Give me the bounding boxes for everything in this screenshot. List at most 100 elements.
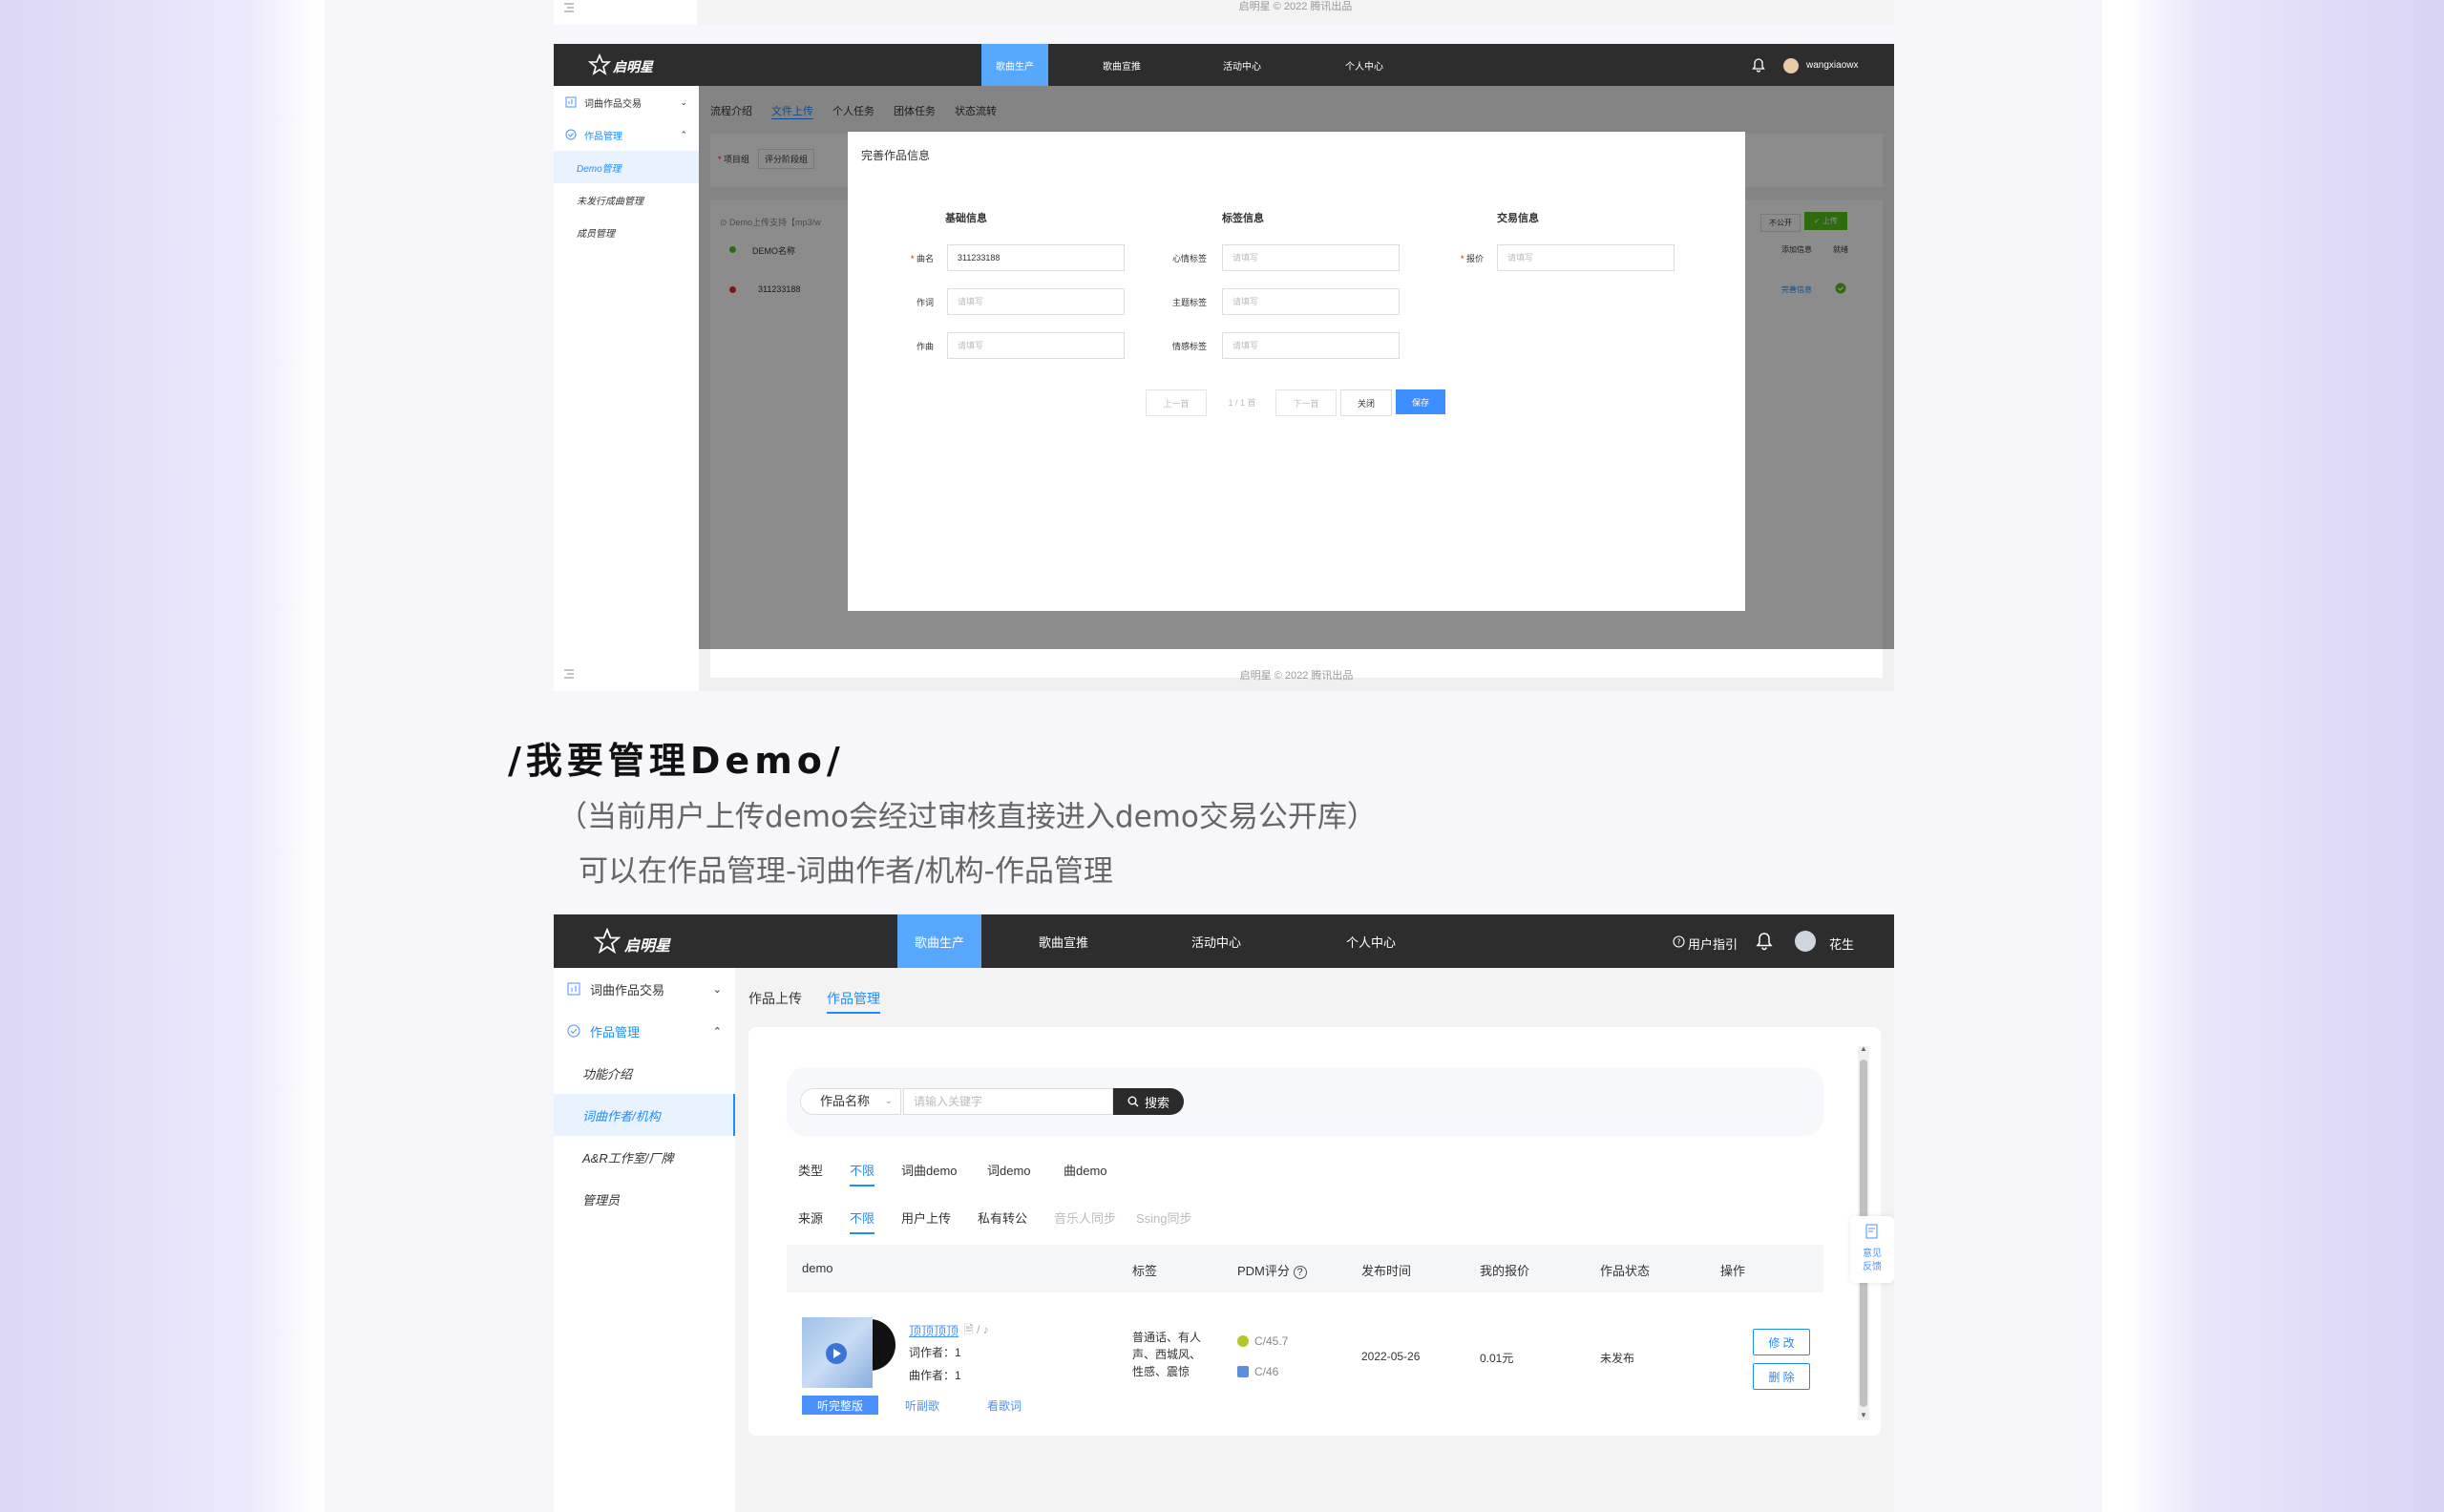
collapse-icon[interactable] bbox=[563, 2, 575, 13]
sidebar-group-trade[interactable]: 词曲作品交易 ⌄ bbox=[554, 968, 735, 1010]
theme-input[interactable]: 请填写 bbox=[1222, 288, 1400, 315]
tab-works-manage[interactable]: 作品管理 bbox=[827, 989, 880, 1014]
collapse-icon[interactable] bbox=[563, 668, 575, 680]
work-title[interactable]: 顶顶顶顶 bbox=[909, 1321, 959, 1339]
screenshot-works-management: 启明星 歌曲生产 歌曲宣推 活动中心 个人中心 ? 用户指引 花生 词曲作品交易… bbox=[554, 914, 1894, 1512]
bell-icon[interactable] bbox=[1755, 932, 1774, 951]
search-input[interactable]: 请输入关键字 bbox=[903, 1088, 1113, 1115]
sidebar-item-members[interactable]: 成员管理 bbox=[554, 216, 699, 248]
top-nav: 启明星 歌曲生产 歌曲宣推 活动中心 个人中心 ? 用户指引 花生 bbox=[554, 914, 1894, 968]
previous-screen-sidebar bbox=[554, 0, 697, 25]
lyric-input[interactable]: 请填写 bbox=[947, 288, 1125, 315]
complete-info-modal: 完善作品信息 基础信息 标签信息 交易信息 * 曲名 311233188 作词 … bbox=[848, 132, 1745, 611]
filter-type-label: 类型 bbox=[798, 1164, 824, 1178]
nav-personal-center[interactable]: 个人中心 bbox=[1329, 914, 1413, 968]
filter-type-lyric[interactable]: 词demo bbox=[987, 1161, 1031, 1179]
work-status: 未发布 bbox=[1600, 1352, 1635, 1365]
sidebar-item-intro[interactable]: 功能介绍 bbox=[554, 1052, 735, 1094]
section-line-2: 可以在作品管理-词曲作者/机构-作品管理 bbox=[579, 854, 1113, 889]
sidebar-group-trade-label: 词曲作品交易 bbox=[590, 982, 665, 998]
filter-source-user[interactable]: 用户上传 bbox=[901, 1208, 951, 1227]
section-basic: 基础信息 bbox=[945, 213, 987, 224]
chart-icon bbox=[565, 96, 577, 108]
col-actions: 操作 bbox=[1720, 1264, 1746, 1278]
sidebar-item-unreleased[interactable]: 未发行成曲管理 bbox=[554, 183, 699, 216]
footer: 启明星 © 2022 腾讯出品 bbox=[1239, 670, 1354, 682]
filter-source-private[interactable]: 私有转公 bbox=[978, 1208, 1027, 1227]
name-input[interactable]: 311233188 bbox=[947, 244, 1125, 271]
sidebar-item-demo[interactable]: Demo管理 bbox=[554, 151, 699, 183]
logo-star-icon bbox=[588, 53, 611, 75]
nav-activity-center[interactable]: 活动中心 bbox=[1209, 44, 1275, 86]
nav-activity-center[interactable]: 活动中心 bbox=[1174, 914, 1258, 968]
search-icon bbox=[1127, 1096, 1139, 1107]
edit-note-icon bbox=[1865, 1224, 1878, 1239]
table-row: 顶顶顶顶 🗎 / ♪ 词作者：1 曲作者：1 听完整版 听副歌 看歌词 普通话、… bbox=[787, 1304, 1823, 1418]
search-type-select[interactable]: 作品名称 ⌄ bbox=[800, 1088, 901, 1115]
search-button[interactable]: 搜索 bbox=[1113, 1088, 1184, 1115]
mood-input[interactable]: 请填写 bbox=[1222, 244, 1400, 271]
emotion-input[interactable]: 请填写 bbox=[1222, 332, 1400, 359]
chevron-down-icon: ⌄ bbox=[712, 983, 722, 996]
help-circle-icon: ? bbox=[1293, 1266, 1307, 1279]
sidebar-group-works[interactable]: 作品管理 ⌃ bbox=[554, 1010, 735, 1052]
prev-button[interactable]: 上一首 bbox=[1146, 389, 1207, 416]
nav-personal-center[interactable]: 个人中心 bbox=[1331, 44, 1398, 86]
filter-type-music[interactable]: 曲demo bbox=[1064, 1161, 1107, 1179]
sidebar-item-authors[interactable]: 词曲作者/机构 bbox=[554, 1094, 735, 1136]
previous-screen-footer: 启明星 © 2022 腾讯出品 bbox=[697, 0, 1894, 25]
view-lyrics-link[interactable]: 看歌词 bbox=[987, 1397, 1022, 1414]
name-label: * 曲名 bbox=[911, 254, 935, 263]
sidebar-group-works-label: 作品管理 bbox=[584, 131, 622, 142]
edit-button[interactable]: 修 改 bbox=[1753, 1329, 1810, 1355]
next-button[interactable]: 下一首 bbox=[1275, 389, 1337, 416]
sidebar-group-works[interactable]: 作品管理 ⌃ bbox=[554, 118, 699, 151]
section-heading: /我要管理Demo/ bbox=[508, 740, 845, 782]
price-input[interactable]: 请填写 bbox=[1497, 244, 1675, 271]
listen-chorus-link[interactable]: 听副歌 bbox=[905, 1397, 939, 1414]
svg-text:?: ? bbox=[1676, 938, 1680, 947]
top-nav: 启明星 歌曲生产 歌曲宣推 活动中心 个人中心 wangxiaowx bbox=[554, 44, 1894, 86]
filter-source-musician: 音乐人同步 bbox=[1054, 1211, 1117, 1226]
my-price: 0.01元 bbox=[1480, 1352, 1514, 1365]
nav-song-production[interactable]: 歌曲生产 bbox=[897, 914, 981, 968]
chevron-down-icon: ⌄ bbox=[680, 96, 687, 107]
scroll-up-icon: ▲ bbox=[1860, 1044, 1867, 1053]
username[interactable]: wangxiaowx bbox=[1806, 60, 1858, 71]
avatar[interactable] bbox=[1783, 58, 1799, 74]
nav-song-promotion[interactable]: 歌曲宣推 bbox=[1022, 914, 1106, 968]
chevron-up-icon: ⌃ bbox=[680, 129, 687, 139]
play-icon[interactable] bbox=[825, 1342, 848, 1365]
col-tags: 标签 bbox=[1132, 1264, 1158, 1278]
emotion-label: 情感标签 bbox=[1172, 342, 1208, 351]
table-header: demo 标签 PDM评分 ? 发布时间 我的报价 作品状态 操作 bbox=[787, 1245, 1823, 1292]
tab-works-upload[interactable]: 作品上传 bbox=[748, 989, 802, 1014]
nav-song-production[interactable]: 歌曲生产 bbox=[981, 44, 1048, 86]
sidebar-group-trade[interactable]: 词曲作品交易 ⌄ bbox=[554, 86, 699, 118]
listen-full-button[interactable]: 听完整版 bbox=[802, 1396, 878, 1415]
scroll-down-icon: ▼ bbox=[1860, 1411, 1867, 1419]
bell-icon[interactable] bbox=[1751, 57, 1766, 73]
nav-song-promotion[interactable]: 歌曲宣推 bbox=[1088, 44, 1155, 86]
feedback-widget[interactable]: 意见 反馈 bbox=[1850, 1216, 1894, 1283]
composer: 曲作者：1 bbox=[909, 1369, 961, 1382]
col-demo: demo bbox=[802, 1261, 833, 1275]
filter-source-all[interactable]: 不限 bbox=[850, 1208, 875, 1234]
chevron-down-icon: ⌄ bbox=[884, 1096, 893, 1106]
user-guide-link[interactable]: 用户指引 bbox=[1688, 934, 1738, 953]
pdm-score-1: C/45.7 bbox=[1237, 1334, 1288, 1348]
save-button[interactable]: 保存 bbox=[1396, 389, 1445, 414]
close-button[interactable]: 关闭 bbox=[1340, 389, 1392, 416]
filter-type-lyric-music[interactable]: 词曲demo bbox=[901, 1161, 958, 1179]
sidebar-item-admin[interactable]: 管理员 bbox=[554, 1178, 735, 1220]
check-circle-icon bbox=[565, 129, 577, 140]
lyricist: 词作者：1 bbox=[909, 1346, 961, 1359]
sidebar-item-ar-studio[interactable]: A&R工作室/厂牌 bbox=[554, 1136, 735, 1178]
tab-bar: 作品上传 作品管理 bbox=[748, 989, 880, 1014]
avatar[interactable] bbox=[1795, 931, 1816, 952]
filter-type-all[interactable]: 不限 bbox=[850, 1161, 875, 1186]
music-input[interactable]: 请填写 bbox=[947, 332, 1125, 359]
delete-button[interactable]: 删 除 bbox=[1753, 1363, 1810, 1390]
username[interactable]: 花生 bbox=[1829, 934, 1854, 953]
filter-source-ssing: Ssing同步 bbox=[1136, 1211, 1192, 1226]
